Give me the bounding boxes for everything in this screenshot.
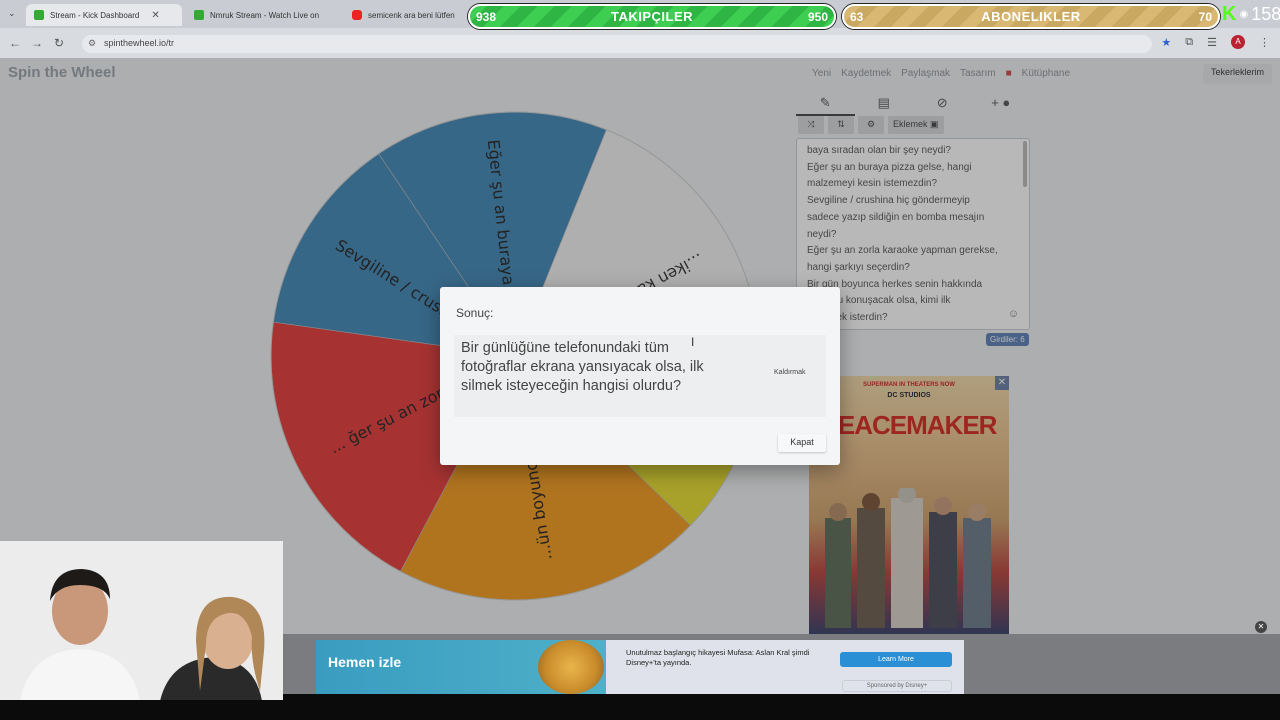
browser-actions: ★ ⧉ ☰ A ⋮ xyxy=(1161,35,1270,49)
subscribers-goal-bar: 63 ABONELIKLER 70 xyxy=(842,4,1220,29)
banner-cta-text[interactable]: Hemen izle xyxy=(328,654,401,670)
viewer-count: K ◉ 158 xyxy=(1222,3,1280,26)
mouse-cursor-icon: I xyxy=(691,335,695,349)
dialog-title: Sonuç: xyxy=(456,306,494,320)
site-info-icon[interactable]: ⚙ xyxy=(88,38,96,49)
close-tab-icon[interactable]: ✕ xyxy=(151,10,159,21)
kick-favicon-icon xyxy=(34,10,44,20)
address-bar[interactable]: ⚙ spinthewheel.io/tr xyxy=(82,35,1152,53)
tab-title: semicenk ara beni lütfen xyxy=(368,10,455,20)
menu-kebab-icon[interactable]: ⋮ xyxy=(1259,36,1270,49)
reading-list-icon[interactable]: ☰ xyxy=(1207,36,1217,49)
tab-youtube[interactable]: semicenk ara beni lütfen xyxy=(344,4,468,26)
tab-title: Nmruk Stream - Watch Live on xyxy=(210,10,320,20)
subscribers-goal: 70 xyxy=(1198,9,1212,24)
followers-goal: 950 xyxy=(807,9,828,24)
followers-goal-bar: 938 TAKIPÇILER 950 xyxy=(468,4,836,29)
sponsored-label: Sponsored by Disney+ xyxy=(842,680,952,692)
winning-entry-text: Bir günlüğüne telefonundaki tüm fotoğraf… xyxy=(461,340,704,394)
tab-search-icon[interactable]: ⌄ xyxy=(8,8,16,19)
browser-toolbar: ← → ↻ ⚙ spinthewheel.io/tr ★ ⧉ ☰ A ⋮ xyxy=(0,28,1280,58)
bookmark-star-icon[interactable]: ★ xyxy=(1161,36,1171,49)
reload-icon[interactable]: ↻ xyxy=(48,36,70,50)
webcam-overlay xyxy=(0,541,283,701)
profile-avatar[interactable]: A xyxy=(1231,35,1245,49)
screen: ⌄ Stream - Kick Dashboard ✕ Nmruk Stream… xyxy=(0,0,1280,720)
banner-close-icon[interactable]: ✕ xyxy=(1255,621,1267,633)
followers-label: TAKIPÇILER xyxy=(610,9,694,24)
youtube-favicon-icon xyxy=(352,10,362,20)
subscribers-current: 63 xyxy=(850,9,864,24)
url-text: spinthewheel.io/tr xyxy=(104,38,175,48)
webcam-feed-image xyxy=(0,541,283,701)
tab-nmruk-stream[interactable]: Nmruk Stream - Watch Live on xyxy=(186,4,342,26)
dialog-body: Bir günlüğüne telefonundaki tüm fotoğraf… xyxy=(454,335,826,417)
disney-banner-ad[interactable]: Hemen izle Unutulmaz başlangıç hikayesi … xyxy=(316,640,964,694)
subscribers-label: ABONELIKLER xyxy=(981,9,1081,24)
lion-artwork-image xyxy=(538,640,604,694)
banner-left-panel: Hemen izle xyxy=(316,640,606,694)
followers-current: 938 xyxy=(476,9,497,24)
kick-logo-icon: K xyxy=(1222,3,1237,25)
back-icon[interactable]: ← xyxy=(4,36,26,50)
bottom-black-bar xyxy=(0,700,1280,720)
viewer-count-value: 158 xyxy=(1251,4,1280,24)
extensions-icon[interactable]: ⧉ xyxy=(1185,36,1193,49)
forward-icon[interactable]: → xyxy=(26,36,48,50)
kick-favicon-icon xyxy=(194,10,204,20)
remove-entry-button[interactable]: Kaldırmak xyxy=(774,369,806,376)
learn-more-button[interactable]: Learn More xyxy=(840,652,952,667)
banner-copy: Unutulmaz başlangıç hikayesi Mufasa: Asl… xyxy=(626,648,810,667)
viewer-count-icon: ◉ xyxy=(1239,9,1249,20)
tab-title: Stream - Kick Dashboard xyxy=(50,10,140,20)
tab-kick-dashboard[interactable]: Stream - Kick Dashboard ✕ xyxy=(26,4,182,26)
close-dialog-button[interactable]: Kapat xyxy=(778,434,826,452)
